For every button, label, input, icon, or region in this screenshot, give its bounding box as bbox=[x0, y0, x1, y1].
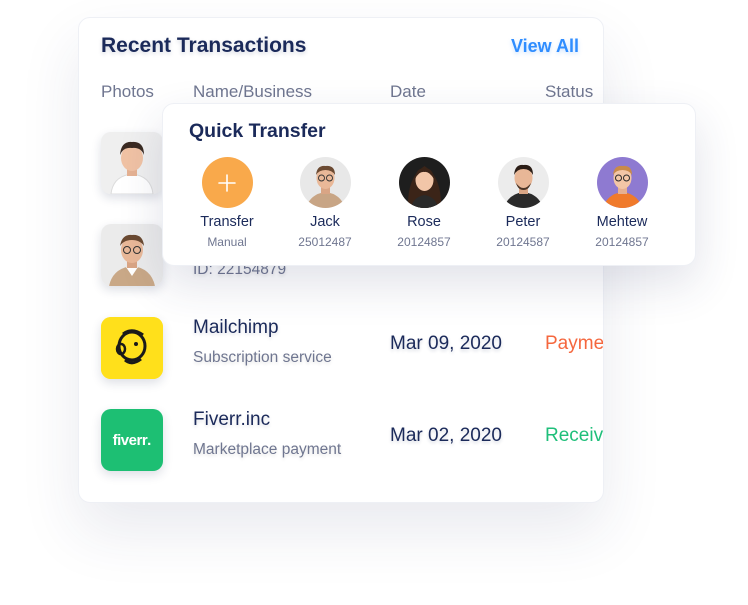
column-header-status: Status bbox=[545, 82, 594, 101]
column-header-name: Name/Business bbox=[193, 82, 313, 101]
status-badge: Payme bbox=[545, 333, 604, 354]
row-name: Fiverr.inc bbox=[193, 409, 271, 430]
fiverr-logo-dot: . bbox=[147, 431, 152, 449]
table-row[interactable]: fiverr. Fiverr.inc Marketplace payment M… bbox=[79, 405, 604, 475]
fiverr-logo-text: fiverr bbox=[112, 431, 148, 449]
contact-jack[interactable]: Jack 25012487 bbox=[275, 157, 375, 249]
contact-name: Jack bbox=[310, 214, 340, 230]
mailchimp-logo bbox=[101, 317, 163, 379]
avatar bbox=[497, 157, 549, 208]
row-sub: Subscription service bbox=[193, 349, 332, 366]
avatar bbox=[101, 132, 163, 194]
contact-name: Transfer bbox=[200, 214, 254, 230]
plus-icon[interactable] bbox=[201, 157, 253, 208]
transfer-manual-button[interactable]: Transfer Manual bbox=[177, 157, 277, 249]
quick-transfer-card: Quick Transfer Transfer Manual Jack 2501… bbox=[162, 103, 696, 266]
quick-transfer-title: Quick Transfer bbox=[189, 120, 326, 142]
row-name: Mailchimp bbox=[193, 317, 279, 338]
contact-peter[interactable]: Peter 20124587 bbox=[473, 157, 573, 249]
contact-id: 25012487 bbox=[298, 235, 352, 249]
table-row[interactable]: Mailchimp Subscription service Mar 09, 2… bbox=[79, 313, 604, 383]
contact-id: 20124587 bbox=[496, 235, 550, 249]
contact-sub: Manual bbox=[207, 235, 247, 249]
avatar bbox=[299, 157, 351, 208]
contact-name: Rose bbox=[407, 214, 441, 230]
avatar bbox=[596, 157, 648, 208]
status-badge: Receiv bbox=[545, 425, 604, 446]
fiverr-logo: fiverr. bbox=[101, 409, 163, 471]
row-date: Mar 09, 2020 bbox=[390, 333, 502, 354]
card-title: Recent Transactions bbox=[101, 34, 307, 57]
contact-name: Mehtew bbox=[596, 214, 648, 230]
contact-id: 20124857 bbox=[397, 235, 451, 249]
row-sub: Marketplace payment bbox=[193, 441, 342, 458]
avatar bbox=[101, 224, 163, 286]
row-date: Mar 02, 2020 bbox=[390, 425, 502, 446]
column-header-date: Date bbox=[390, 82, 426, 101]
avatar bbox=[398, 157, 450, 208]
contact-id: 20124857 bbox=[595, 235, 649, 249]
contact-name: Peter bbox=[505, 214, 541, 230]
column-header-photos: Photos bbox=[101, 82, 154, 101]
contact-rose[interactable]: Rose 20124857 bbox=[374, 157, 474, 249]
view-all-link[interactable]: View All bbox=[511, 36, 579, 57]
contact-mehtew[interactable]: Mehtew 20124857 bbox=[572, 157, 672, 249]
mailchimp-icon bbox=[101, 317, 163, 379]
